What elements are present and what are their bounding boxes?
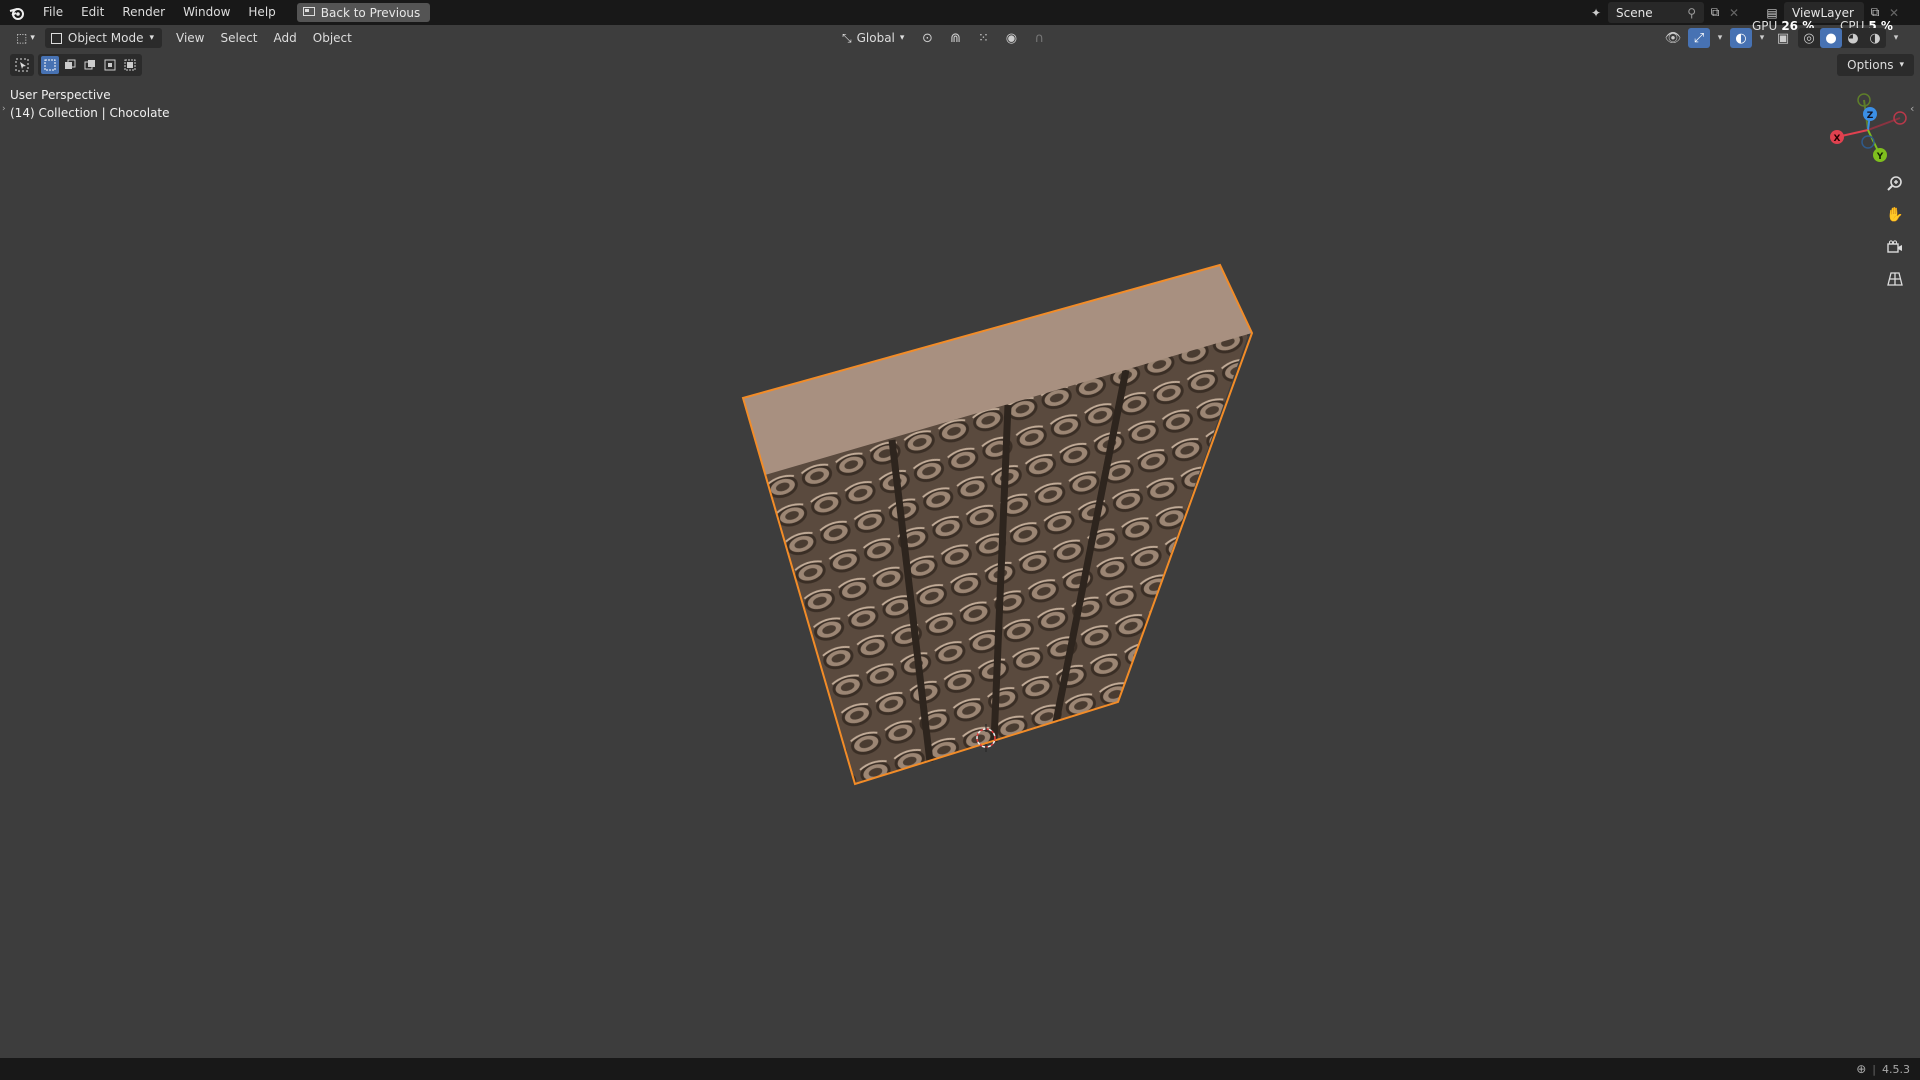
zoom-icon[interactable]	[1882, 170, 1908, 196]
chocolate-object[interactable]	[0, 0, 1920, 1080]
perspective-grid-icon[interactable]	[1882, 266, 1908, 292]
status-divider: |	[1872, 1062, 1876, 1076]
camera-icon[interactable]	[1882, 234, 1908, 260]
gizmo-y-axis[interactable]: Y	[1873, 148, 1887, 162]
navigation-gizmo[interactable]: Z X Y	[1820, 90, 1910, 170]
gizmo-x-axis[interactable]: X	[1830, 130, 1844, 144]
status-bar: ⊕ | 4.5.3	[0, 1058, 1920, 1080]
gizmo-neg-z[interactable]	[1861, 135, 1875, 149]
pan-hand-icon[interactable]: ✋	[1882, 202, 1908, 228]
svg-text:Y: Y	[1876, 152, 1884, 162]
svg-text:X: X	[1834, 134, 1841, 144]
globe-icon: ⊕	[1856, 1062, 1867, 1076]
gizmo-z-axis[interactable]: Z	[1863, 107, 1877, 121]
svg-text:Z: Z	[1867, 111, 1874, 121]
navigation-buttons: ✋	[1882, 170, 1908, 292]
version-label: 4.5.3	[1882, 1062, 1910, 1076]
